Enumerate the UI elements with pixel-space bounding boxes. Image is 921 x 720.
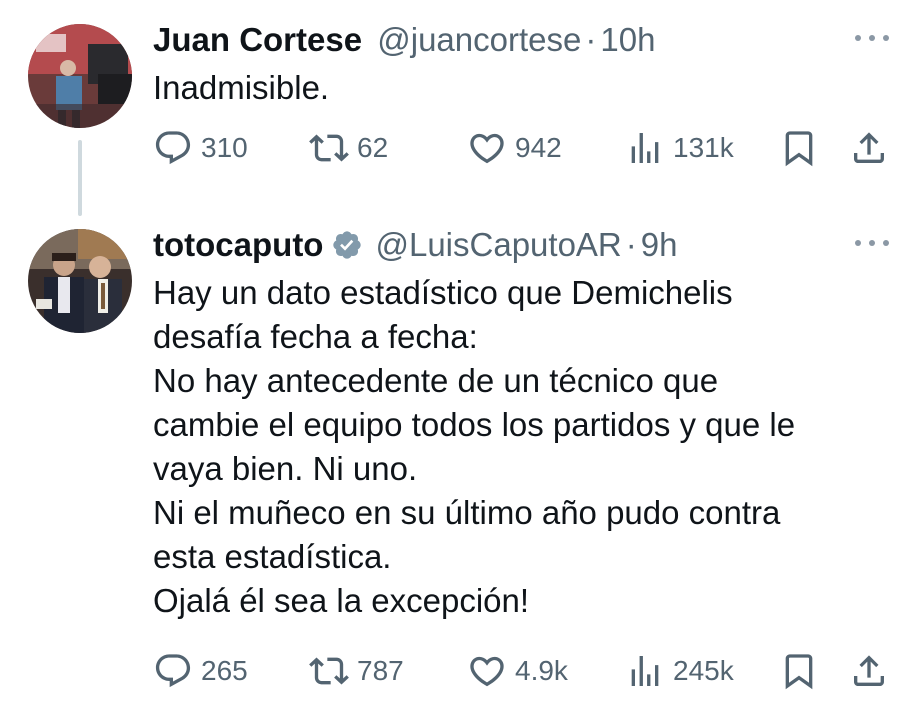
avatar-juancortese[interactable] <box>28 24 132 128</box>
tweet-line: Inadmisible. <box>153 69 330 106</box>
views-count: 245k <box>673 655 734 686</box>
handle[interactable]: @LuisCaputoAR <box>375 226 621 263</box>
bookmark-button[interactable] <box>779 126 819 170</box>
more-icon[interactable] <box>855 233 889 253</box>
verified-icon[interactable] <box>331 229 363 261</box>
tweet-text: Inadmisible. <box>153 66 883 110</box>
separator: · <box>625 226 637 263</box>
action-bar: 265 787 4.9k 245k <box>153 649 897 693</box>
tweet-line: No hay antecedente de un técnico que <box>153 362 719 399</box>
like-count: 942 <box>515 132 562 163</box>
views-icon <box>631 133 659 163</box>
share-button[interactable] <box>849 649 889 693</box>
reply-button[interactable]: 265 <box>153 649 248 693</box>
reply-button[interactable]: 310 <box>153 126 248 170</box>
like-count: 4.9k <box>515 655 568 686</box>
share-icon <box>854 655 884 686</box>
repost-count: 62 <box>357 132 389 163</box>
tweet-line: Hay un dato estadístico que Demichelis <box>153 274 733 311</box>
repost-icon <box>309 657 349 685</box>
share-button[interactable] <box>849 126 889 170</box>
tweet-line: Ojalá él sea la excepción! <box>153 582 530 619</box>
tweet-line: desafía fecha a fecha: <box>153 318 478 355</box>
reply-icon <box>155 131 191 165</box>
more-icon[interactable] <box>855 28 889 48</box>
reply-icon <box>155 654 191 688</box>
tweet-header: Juan Cortese @juancortese · 10h <box>153 20 841 60</box>
tweet-line: esta estadística. <box>153 538 392 575</box>
separator: · <box>585 21 597 58</box>
tweet-line: Ni el muñeco en su último año pudo contr… <box>153 494 781 531</box>
tweet-totocaputo[interactable]: totocaputo @LuisCaputoAR · 9h Hay un dato e… <box>0 205 921 720</box>
handle[interactable]: @juancortese <box>377 21 581 58</box>
tweet-juancortese[interactable]: Juan Cortese @juancortese · 10h Inadmisibl… <box>0 0 921 216</box>
like-button[interactable]: 4.9k <box>467 649 568 693</box>
repost-count: 787 <box>357 655 404 686</box>
like-icon <box>470 656 504 687</box>
tweet-header: totocaputo @LuisCaputoAR · 9h <box>153 225 841 265</box>
display-name[interactable]: Juan Cortese <box>153 21 362 58</box>
views-button[interactable]: 131k <box>625 126 734 170</box>
tweet-text: Hay un dato estadístico que Demichelis d… <box>153 271 883 623</box>
repost-button[interactable]: 62 <box>309 126 388 170</box>
display-name[interactable]: totocaputo <box>153 226 323 263</box>
bookmark-button[interactable] <box>779 649 819 693</box>
reply-count: 310 <box>201 132 248 163</box>
avatar-totocaputo[interactable] <box>28 229 132 333</box>
views-count: 131k <box>673 132 734 163</box>
like-button[interactable]: 942 <box>467 126 562 170</box>
share-icon <box>854 132 884 163</box>
tweet-line: vaya bien. Ni uno. <box>153 450 418 487</box>
reply-count: 265 <box>201 655 248 686</box>
views-icon <box>631 656 659 686</box>
repost-button[interactable]: 787 <box>309 649 404 693</box>
bookmark-icon <box>785 131 813 167</box>
repost-icon <box>309 134 349 162</box>
timestamp[interactable]: 9h <box>641 226 678 263</box>
views-button[interactable]: 245k <box>625 649 734 693</box>
action-bar: 310 62 942 131k <box>153 126 897 170</box>
timestamp[interactable]: 10h <box>600 21 655 58</box>
like-icon <box>470 133 504 164</box>
tweet-line: cambie el equipo todos los partidos y qu… <box>153 406 796 443</box>
bookmark-icon <box>785 654 813 690</box>
